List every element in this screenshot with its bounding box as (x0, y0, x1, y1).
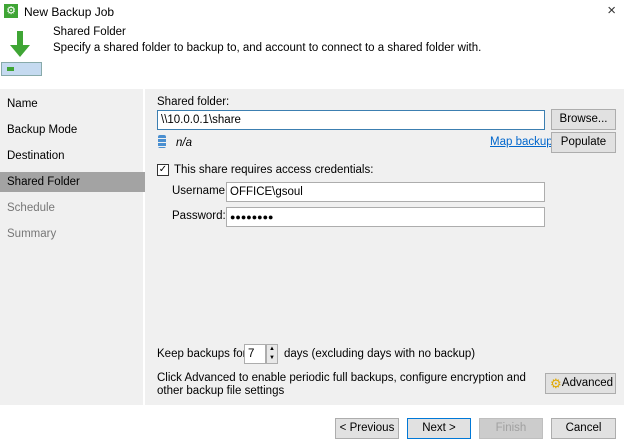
password-label: Password: (172, 210, 226, 222)
step-schedule: Schedule (7, 202, 55, 214)
finish-button: Finish (479, 418, 543, 439)
previous-button[interactable]: < Previous (335, 418, 399, 439)
browse-button[interactable]: Browse... (551, 109, 616, 130)
keep-backups-input[interactable]: 7 (244, 344, 266, 364)
step-summary: Summary (7, 228, 57, 240)
cancel-button[interactable]: Cancel (551, 418, 616, 439)
app-icon: ⚙ (4, 4, 18, 18)
username-input[interactable]: OFFICE\gsoul (226, 182, 545, 202)
password-input[interactable]: ●●●●●●●● (226, 207, 545, 227)
status-text: n/a (176, 137, 192, 149)
storage-bar-icon (1, 62, 42, 76)
credentials-checkbox[interactable]: ✓ (157, 164, 169, 176)
next-button[interactable]: Next > (407, 418, 471, 439)
credentials-checkbox-label[interactable]: This share requires access credentials: (174, 164, 373, 176)
keep-backups-suffix: days (excluding days with no backup) (284, 348, 476, 360)
page-title: Shared Folder (53, 26, 126, 38)
advanced-description: Click Advanced to enable periodic full b… (157, 372, 526, 397)
step-name[interactable]: Name (0, 94, 145, 114)
map-backup-link[interactable]: Map backup (490, 136, 553, 148)
advanced-button-label: Advanced (561, 377, 614, 389)
step-shared-folder[interactable]: Shared Folder (0, 172, 145, 192)
close-icon[interactable]: × (607, 2, 616, 19)
window-title: New Backup Job (24, 5, 115, 19)
step-backup-mode[interactable]: Backup Mode (0, 120, 145, 140)
advanced-button[interactable]: ⚙ Advanced (545, 373, 616, 394)
download-arrow-icon (8, 31, 32, 59)
keep-backups-label: Keep backups for: (157, 348, 250, 360)
populate-button[interactable]: Populate (551, 132, 616, 153)
shared-folder-label: Shared folder: (157, 96, 230, 108)
database-icon (158, 135, 166, 148)
step-destination[interactable]: Destination (0, 146, 145, 166)
username-label: Username: (172, 185, 229, 197)
shared-folder-input[interactable]: \\10.0.0.1\share (157, 110, 545, 130)
wizard-steps: Name Backup Mode Destination Shared Fold… (0, 89, 145, 405)
page-description: Specify a shared folder to backup to, an… (53, 42, 482, 54)
spin-buttons[interactable]: ▲ ▼ (266, 344, 278, 364)
gear-icon: ⚙ (550, 376, 562, 391)
